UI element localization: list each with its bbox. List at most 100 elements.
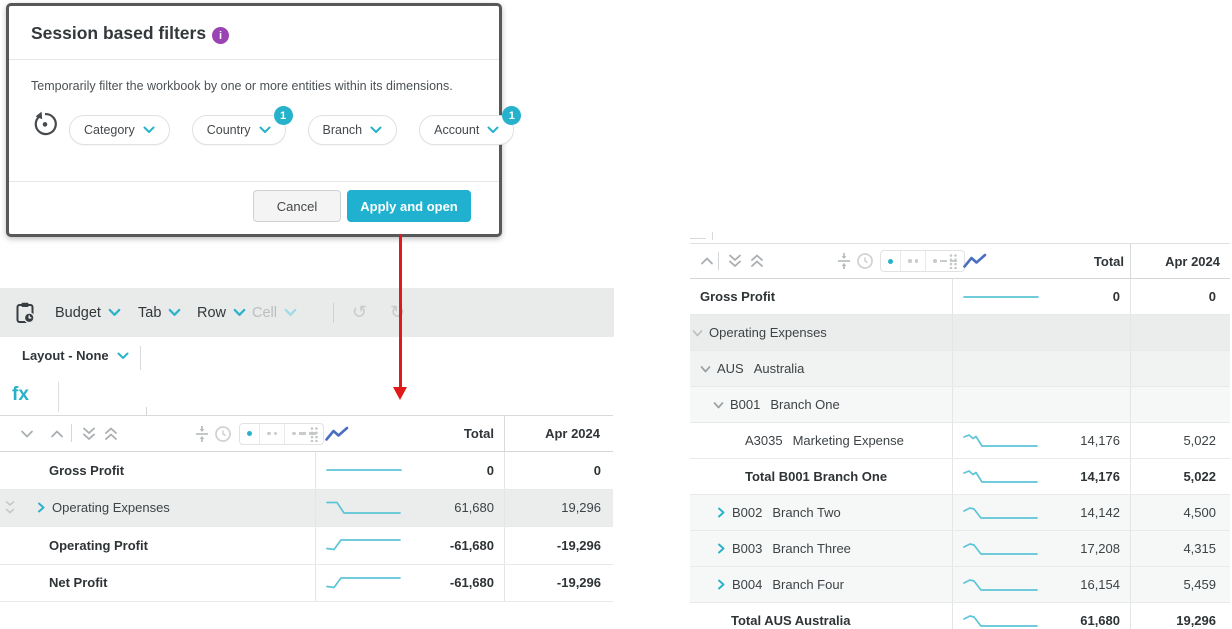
row-label-cell[interactable]: B003Branch Three (690, 531, 952, 566)
row-label-cell[interactable]: Gross Profit (690, 279, 952, 314)
row-label-cell[interactable]: AUSAustralia (690, 351, 952, 386)
apr-2024-cell[interactable]: 0 (504, 452, 613, 489)
column-header-apr-2024[interactable]: Apr 2024 (1165, 244, 1220, 278)
chevron-down-icon[interactable] (692, 328, 703, 338)
chevron-down-icon[interactable] (700, 364, 711, 374)
total-cell[interactable] (952, 315, 1130, 350)
history-clock-icon[interactable] (856, 252, 874, 270)
history-clock-icon[interactable] (214, 425, 232, 443)
total-cell[interactable]: 14,176 (952, 423, 1130, 458)
apr-2024-cell[interactable] (1130, 351, 1230, 386)
row-drag-handle-icon[interactable] (4, 499, 16, 517)
total-cell[interactable] (952, 351, 1130, 386)
chevron-right-icon[interactable] (716, 507, 726, 518)
cancel-button[interactable]: Cancel (253, 190, 341, 222)
undo-icon[interactable]: ↺ (352, 299, 367, 325)
double-chevron-up-icon[interactable] (104, 426, 118, 441)
table-row-b002-branch-two[interactable]: B002Branch Two14,1424,500 (690, 495, 1230, 531)
column-header-total[interactable]: Total (464, 416, 494, 451)
row-label-cell[interactable]: Gross Profit (0, 452, 315, 489)
apr-2024-cell[interactable] (1130, 315, 1230, 350)
column-header-apr-2024[interactable]: Apr 2024 (545, 416, 600, 451)
clipboard-clock-icon[interactable] (16, 302, 35, 324)
segment-dot[interactable] (240, 424, 260, 444)
sparkline-toggle-icon[interactable] (324, 425, 350, 442)
layout-selector[interactable]: Layout - None (22, 348, 129, 363)
apr-2024-cell[interactable]: 5,459 (1130, 567, 1230, 602)
table-row-operating-expenses[interactable]: Operating Expenses61,68019,296 (0, 490, 613, 528)
chevron-up-icon[interactable] (50, 429, 64, 438)
filter-chip-country[interactable]: Country1 (192, 115, 286, 145)
total-cell[interactable]: 14,176 (952, 459, 1130, 494)
row-label-cell[interactable]: Operating Expenses (690, 315, 952, 350)
row-label-cell[interactable]: Net Profit (0, 565, 315, 602)
total-cell[interactable]: -61,680 (315, 527, 504, 564)
apr-2024-cell[interactable]: -19,296 (504, 565, 613, 602)
chevron-down-icon[interactable] (20, 429, 34, 438)
row-label-cell[interactable]: Operating Profit (0, 527, 315, 564)
total-cell[interactable] (952, 387, 1130, 422)
double-chevron-down-icon[interactable] (728, 254, 742, 269)
total-cell[interactable]: 17,208 (952, 531, 1130, 566)
apply-and-open-button[interactable]: Apply and open (347, 190, 471, 222)
drag-handle-icon[interactable] (309, 426, 319, 442)
total-cell[interactable]: 16,154 (952, 567, 1130, 602)
apr-2024-cell[interactable] (1130, 387, 1230, 422)
total-cell[interactable]: 61,680 (315, 490, 504, 527)
apr-2024-cell[interactable]: -19,296 (504, 527, 613, 564)
filter-chip-branch[interactable]: Branch (308, 115, 398, 145)
redo-icon[interactable]: ↻ (390, 299, 405, 325)
filter-chip-category[interactable]: Category (69, 115, 170, 145)
toolbar-menu-row[interactable]: Row (197, 288, 246, 337)
chevron-down-icon[interactable] (713, 400, 724, 410)
chevron-up-icon[interactable] (700, 257, 714, 266)
toolbar-menu-budget[interactable]: Budget (55, 288, 121, 337)
row-label-cell[interactable]: B002Branch Two (690, 495, 952, 530)
chevron-right-icon[interactable] (36, 502, 46, 513)
drag-handle-icon[interactable] (948, 253, 958, 269)
info-icon[interactable]: i (212, 27, 229, 44)
apr-2024-cell[interactable]: 5,022 (1130, 423, 1230, 458)
reset-history-icon[interactable] (31, 110, 59, 138)
table-row-net-profit[interactable]: Net Profit-61,680-19,296 (0, 565, 613, 603)
row-label-cell[interactable]: B004Branch Four (690, 567, 952, 602)
toolbar-menu-tab[interactable]: Tab (138, 288, 181, 337)
total-cell[interactable]: 61,680 (952, 603, 1130, 629)
collapse-rows-icon[interactable] (836, 252, 852, 270)
apr-2024-cell[interactable]: 19,296 (504, 490, 613, 527)
table-row-b001-branch-one[interactable]: B001Branch One (690, 387, 1230, 423)
toolbar-menu-cell[interactable]: Cell (252, 288, 297, 337)
double-chevron-down-icon[interactable] (82, 426, 96, 441)
total-cell[interactable]: 0 (315, 452, 504, 489)
table-row-gross-profit[interactable]: Gross Profit00 (0, 452, 613, 490)
segment-dot[interactable] (881, 251, 901, 271)
row-label-cell[interactable]: Total B001 Branch One (690, 459, 952, 494)
apr-2024-cell[interactable]: 4,500 (1130, 495, 1230, 530)
apr-2024-cell[interactable]: 4,315 (1130, 531, 1230, 566)
table-row-b004-branch-four[interactable]: B004Branch Four16,1545,459 (690, 567, 1230, 603)
segment-dots[interactable] (260, 424, 285, 444)
column-header-total[interactable]: Total (1094, 244, 1124, 278)
row-label-cell[interactable]: B001Branch One (690, 387, 952, 422)
total-cell[interactable]: -61,680 (315, 565, 504, 602)
table-row-operating-expenses[interactable]: Operating Expenses (690, 315, 1230, 351)
table-row-gross-profit[interactable]: Gross Profit00 (690, 279, 1230, 315)
table-row-a3035-marketing-expense[interactable]: A3035Marketing Expense14,1765,022 (690, 423, 1230, 459)
table-row-aus-australia[interactable]: AUSAustralia (690, 351, 1230, 387)
table-row-operating-profit[interactable]: Operating Profit-61,680-19,296 (0, 527, 613, 565)
collapse-rows-icon[interactable] (194, 425, 210, 443)
total-cell[interactable]: 14,142 (952, 495, 1130, 530)
table-row-b003-branch-three[interactable]: B003Branch Three17,2084,315 (690, 531, 1230, 567)
sparkline-toggle-icon[interactable] (962, 253, 988, 270)
apr-2024-cell[interactable]: 5,022 (1130, 459, 1230, 494)
row-label-cell[interactable]: Operating Expenses (0, 490, 315, 527)
table-row-total-aus-australia[interactable]: Total AUS Australia61,68019,296 (690, 603, 1230, 629)
chevron-right-icon[interactable] (716, 579, 726, 590)
row-label-cell[interactable]: A3035Marketing Expense (690, 423, 952, 458)
filter-chip-account[interactable]: Account1 (419, 115, 514, 145)
apr-2024-cell[interactable]: 0 (1130, 279, 1230, 314)
row-label-cell[interactable]: Total AUS Australia (690, 603, 952, 629)
apr-2024-cell[interactable]: 19,296 (1130, 603, 1230, 629)
total-cell[interactable]: 0 (952, 279, 1130, 314)
segment-dots[interactable] (901, 251, 926, 271)
